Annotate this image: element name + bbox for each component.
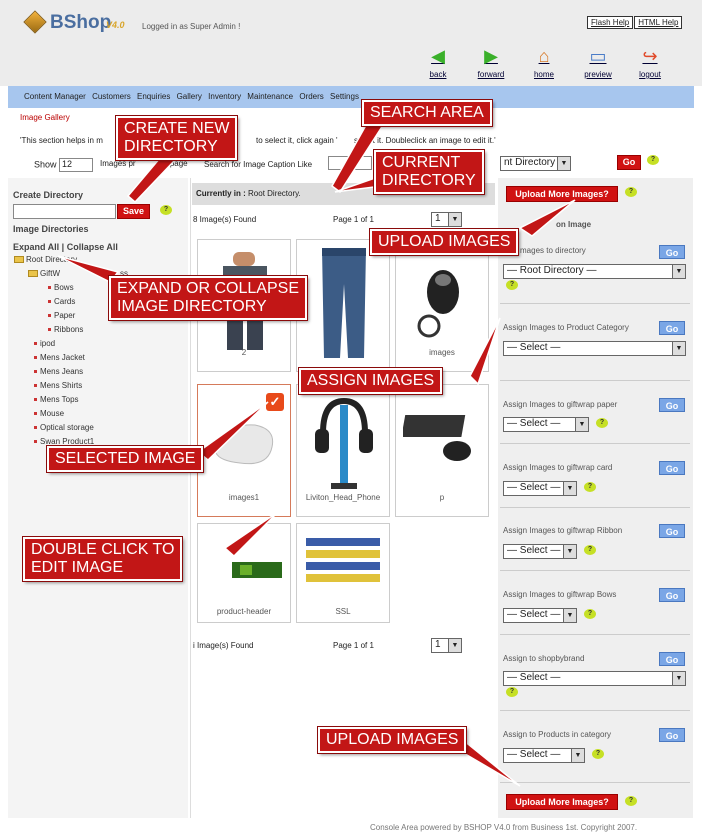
callout-assign-images: ASSIGN IMAGES [299,368,443,394]
callout-expand-collapse: EXPAND OR COLLAPSE IMAGE DIRECTORY [109,276,307,320]
callout-upload-images-top: UPLOAD IMAGES [370,229,519,255]
callout-double-click: DOUBLE CLICK TO EDIT IMAGE [23,537,183,581]
callout-current-directory: CURRENT DIRECTORY [374,150,484,194]
callout-selected-image: SELECTED IMAGE [47,446,204,472]
callout-search-area: SEARCH AREA [362,100,492,126]
callout-create-directory: CREATE NEW DIRECTORY [116,116,238,160]
callout-upload-images-bottom: UPLOAD IMAGES [318,727,467,753]
annotation-arrows [57,117,576,787]
